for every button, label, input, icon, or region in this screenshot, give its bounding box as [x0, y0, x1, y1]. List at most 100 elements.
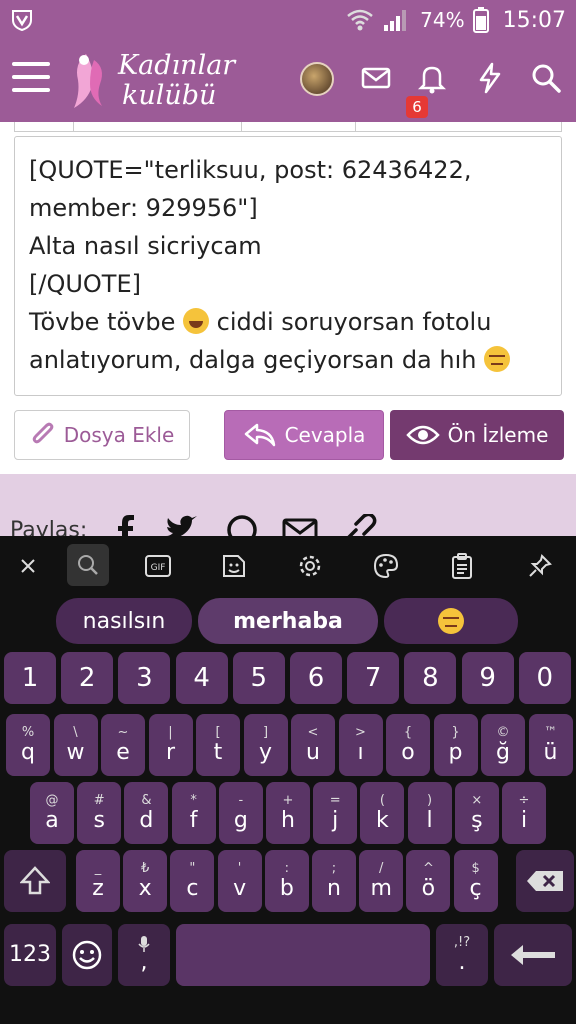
- key-f[interactable]: * f: [171, 782, 216, 844]
- key-r[interactable]: | r: [148, 714, 193, 776]
- preview-button[interactable]: Ön İzleme: [390, 410, 564, 460]
- key-t[interactable]: [t: [196, 714, 240, 776]
- clock: 15:07: [502, 7, 566, 33]
- shift-arrow-icon: [20, 866, 50, 895]
- editor-line: Tövbe tövbe ciddi soruyorsan fotolu: [29, 303, 547, 341]
- key-ü[interactable]: ™ ü: [528, 714, 573, 776]
- site-logo[interactable]: Kadınlar kulübü: [66, 48, 236, 114]
- reply-button[interactable]: Cevapla: [224, 410, 384, 460]
- enter-key[interactable]: [494, 924, 572, 986]
- period-key[interactable]: ,!?.: [436, 924, 488, 986]
- key-9[interactable]: 9: [461, 652, 514, 704]
- email-share-icon[interactable]: [282, 514, 318, 536]
- close-icon[interactable]: [10, 548, 46, 584]
- suggestion-chip[interactable]: merhaba: [198, 598, 378, 644]
- key-label: 9: [479, 663, 496, 693]
- emoji-key[interactable]: [62, 924, 112, 986]
- clipboard-icon[interactable]: [444, 548, 480, 584]
- key-p[interactable]: } p: [433, 714, 478, 776]
- wifi-icon: [347, 9, 373, 31]
- key-0[interactable]: 0: [518, 652, 571, 704]
- svg-text:GIF: GIF: [151, 563, 166, 573]
- suggestion-chip[interactable]: nasılsın: [56, 598, 192, 644]
- key-s[interactable]: # s: [77, 782, 122, 844]
- shift-key[interactable]: [4, 850, 66, 912]
- suggestion-chip-emoji[interactable]: [384, 598, 518, 644]
- key-2[interactable]: 2: [61, 652, 114, 704]
- user-avatar[interactable]: [300, 62, 334, 96]
- symbols-key[interactable]: 123: [4, 924, 56, 986]
- key-8[interactable]: 8: [404, 652, 457, 704]
- key-q[interactable]: % q: [6, 714, 50, 776]
- key-5[interactable]: 5: [232, 652, 285, 704]
- facebook-icon[interactable]: [114, 514, 136, 536]
- logo-text-line2: kulübü: [122, 80, 217, 111]
- key-label: ğ: [496, 740, 510, 765]
- key-6[interactable]: 6: [290, 652, 342, 704]
- key-secondary-label: @: [45, 793, 59, 808]
- key-secondary-label: ": [189, 861, 196, 876]
- key-b[interactable]: :b: [264, 850, 309, 912]
- link-icon[interactable]: [342, 514, 378, 536]
- key-g[interactable]: -g: [218, 782, 263, 844]
- search-icon[interactable]: [528, 60, 564, 96]
- key-c[interactable]: " c: [170, 850, 215, 912]
- battery-icon: [472, 7, 489, 33]
- mail-icon[interactable]: [358, 60, 394, 96]
- unamused-emoji-icon: [484, 346, 511, 372]
- gif-icon[interactable]: GIF: [140, 548, 176, 584]
- key-u[interactable]: < u: [291, 714, 335, 776]
- key-label: w: [66, 740, 85, 765]
- keyboard-search-icon[interactable]: [67, 544, 109, 586]
- key-o[interactable]: {o: [386, 714, 430, 776]
- key-ı[interactable]: > ı: [338, 714, 383, 776]
- key-1[interactable]: 1: [4, 652, 56, 704]
- keyboard-toolbar: GIF: [0, 536, 576, 594]
- key-secondary-label: \: [73, 725, 78, 740]
- key-m[interactable]: / m: [359, 850, 404, 912]
- message-editor[interactable]: [QUOTE="terliksuu, post: 62436422, membe…: [14, 136, 562, 396]
- key-7[interactable]: 7: [347, 652, 400, 704]
- reply-area: [QUOTE="terliksuu, post: 62436422, membe…: [0, 122, 576, 474]
- key-l[interactable]: ) l: [407, 782, 452, 844]
- key-4[interactable]: 4: [175, 652, 228, 704]
- key-i[interactable]: ÷ i: [502, 782, 546, 844]
- bell-icon[interactable]: [414, 60, 450, 96]
- key-j[interactable]: = j: [313, 782, 358, 844]
- key-n[interactable]: ; n: [312, 850, 356, 912]
- eye-icon: [405, 425, 440, 445]
- key-z[interactable]: _ z: [76, 850, 120, 912]
- key-h[interactable]: + h: [266, 782, 310, 844]
- key-ğ[interactable]: © ğ: [481, 714, 525, 776]
- key-y[interactable]: ] y: [243, 714, 288, 776]
- sticker-icon[interactable]: [216, 548, 252, 584]
- theme-palette-icon[interactable]: [368, 548, 404, 584]
- key-secondary-label: :: [284, 861, 289, 876]
- key-v[interactable]: ' v: [217, 850, 262, 912]
- key-k[interactable]: (k: [360, 782, 405, 844]
- key-3[interactable]: 3: [118, 652, 171, 704]
- key-secondary-label: /: [378, 861, 384, 876]
- key-ş[interactable]: × ş: [454, 782, 499, 844]
- key-x[interactable]: ₺ x: [123, 850, 168, 912]
- key-a[interactable]: @ a: [30, 782, 74, 844]
- backspace-key[interactable]: [516, 850, 574, 912]
- lightning-icon[interactable]: [472, 60, 508, 96]
- twitter-icon[interactable]: [164, 514, 200, 536]
- enter-arrow-icon: [511, 945, 555, 965]
- attach-file-button[interactable]: Dosya Ekle: [14, 410, 190, 460]
- key-w[interactable]: \ w: [53, 714, 98, 776]
- key-ö[interactable]: ^ ö: [406, 850, 451, 912]
- key-label: l: [426, 808, 433, 833]
- key-e[interactable]: ~ e: [101, 714, 145, 776]
- signal-icon: [384, 10, 407, 31]
- comma-key[interactable]: ,: [118, 924, 170, 986]
- key-ç[interactable]: $ ç: [453, 850, 498, 912]
- pin-icon[interactable]: [522, 548, 558, 584]
- whatsapp-icon[interactable]: [226, 514, 258, 536]
- menu-icon[interactable]: [12, 62, 50, 98]
- share-label: Paylaş:: [10, 518, 88, 536]
- space-bar[interactable]: [176, 924, 430, 986]
- settings-gear-icon[interactable]: [292, 548, 328, 584]
- key-d[interactable]: & d: [124, 782, 169, 844]
